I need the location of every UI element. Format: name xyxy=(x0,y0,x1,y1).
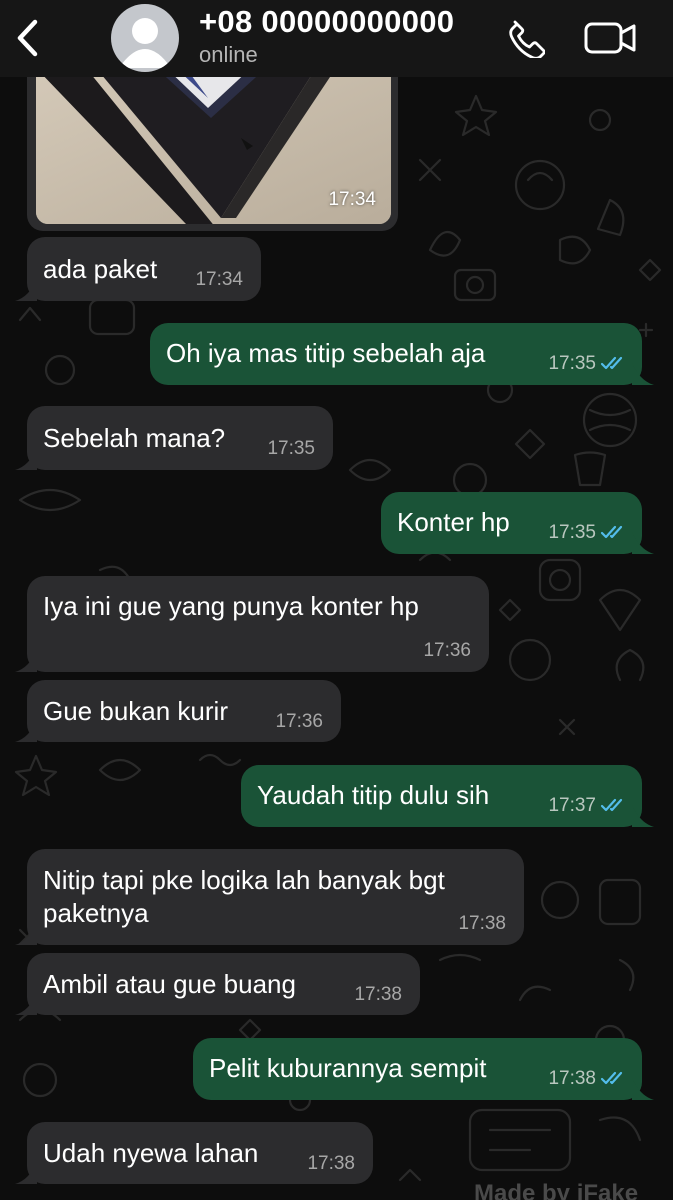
read-receipt-icon xyxy=(600,525,623,539)
message-time: 17:34 xyxy=(328,189,376,210)
message-time: 17:38 xyxy=(354,984,402,1005)
message-time: 17:38 xyxy=(307,1153,355,1174)
video-camera-icon xyxy=(584,22,636,54)
message-time: 17:36 xyxy=(423,640,471,661)
incoming-message[interactable]: Gue bukan kurir 17:36 xyxy=(15,680,341,742)
incoming-message[interactable]: Nitip tapi pke logika lah banyak bgt pak… xyxy=(15,849,524,945)
video-call-button[interactable] xyxy=(582,16,640,60)
chat-header: +08 00000000000 online xyxy=(0,0,673,77)
incoming-message[interactable]: Sebelah mana? 17:35 xyxy=(15,406,333,470)
incoming-message[interactable]: ada paket 17:34 xyxy=(15,237,261,301)
incoming-message[interactable]: Udah nyewa lahan 17:38 xyxy=(15,1122,373,1184)
image-message[interactable]: 17:34 xyxy=(27,60,398,231)
message-text-line: paketnya xyxy=(43,898,149,928)
bubble-tail xyxy=(15,279,37,301)
chat-screen: +08 00000000000 online 17:34 ada paket 1… xyxy=(0,0,673,1200)
contact-name[interactable]: +08 00000000000 xyxy=(199,4,454,40)
outgoing-message[interactable]: Pelit kuburannya sempit 17:38 xyxy=(193,1038,654,1100)
bubble-tail xyxy=(15,720,37,742)
chevron-left-icon xyxy=(17,19,38,57)
outgoing-message[interactable]: Konter hp 17:35 xyxy=(381,492,654,554)
message-text: ada paket xyxy=(43,254,158,284)
message-time: 17:35 xyxy=(267,438,315,459)
bubble-tail xyxy=(632,1078,654,1100)
voice-call-button[interactable] xyxy=(502,16,548,60)
message-time: 17:36 xyxy=(275,711,323,732)
back-button[interactable] xyxy=(8,10,48,66)
message-time: 17:37 xyxy=(548,795,596,816)
bubble-tail xyxy=(632,805,654,827)
message-text: Gue bukan kurir xyxy=(43,696,228,726)
message-text: Iya ini gue yang punya konter hp xyxy=(43,591,419,621)
bubble-tail xyxy=(15,650,37,672)
message-text: Sebelah mana? xyxy=(43,423,226,453)
phone-icon xyxy=(509,20,545,58)
bubble-tail xyxy=(632,532,654,554)
message-time: 17:35 xyxy=(548,522,596,543)
avatar[interactable] xyxy=(111,4,179,72)
message-text: Pelit kuburannya sempit xyxy=(209,1053,487,1083)
bubble-tail xyxy=(15,448,37,470)
watermark: Made by iFake xyxy=(474,1180,639,1200)
message-time: 17:38 xyxy=(458,913,506,934)
bubble-tail xyxy=(15,993,37,1015)
read-receipt-icon xyxy=(600,356,623,370)
message-text: Ambil atau gue buang xyxy=(43,969,296,999)
read-receipt-icon xyxy=(600,798,623,812)
message-text: Yaudah titip dulu sih xyxy=(257,780,490,810)
message-time: 17:34 xyxy=(195,269,243,290)
message-time: 17:38 xyxy=(548,1068,596,1089)
bubble-tail xyxy=(15,923,37,945)
contact-status: online xyxy=(199,42,258,67)
message-time: 17:35 xyxy=(548,353,596,374)
outgoing-message[interactable]: Oh iya mas titip sebelah aja 17:35 xyxy=(150,323,654,385)
bubble-tail xyxy=(15,1162,37,1184)
incoming-message[interactable]: Ambil atau gue buang 17:38 xyxy=(15,953,420,1015)
incoming-message[interactable]: Iya ini gue yang punya konter hp 17:36 xyxy=(15,576,489,672)
message-text: Konter hp xyxy=(397,507,510,537)
read-receipt-icon xyxy=(600,1071,623,1085)
outgoing-message[interactable]: Yaudah titip dulu sih 17:37 xyxy=(241,765,654,827)
message-text-line: Nitip tapi pke logika lah banyak bgt xyxy=(43,865,445,895)
message-text: Udah nyewa lahan xyxy=(43,1138,259,1168)
default-user-icon xyxy=(119,18,171,68)
bubble-tail xyxy=(632,363,654,385)
message-text: Oh iya mas titip sebelah aja xyxy=(166,338,486,368)
